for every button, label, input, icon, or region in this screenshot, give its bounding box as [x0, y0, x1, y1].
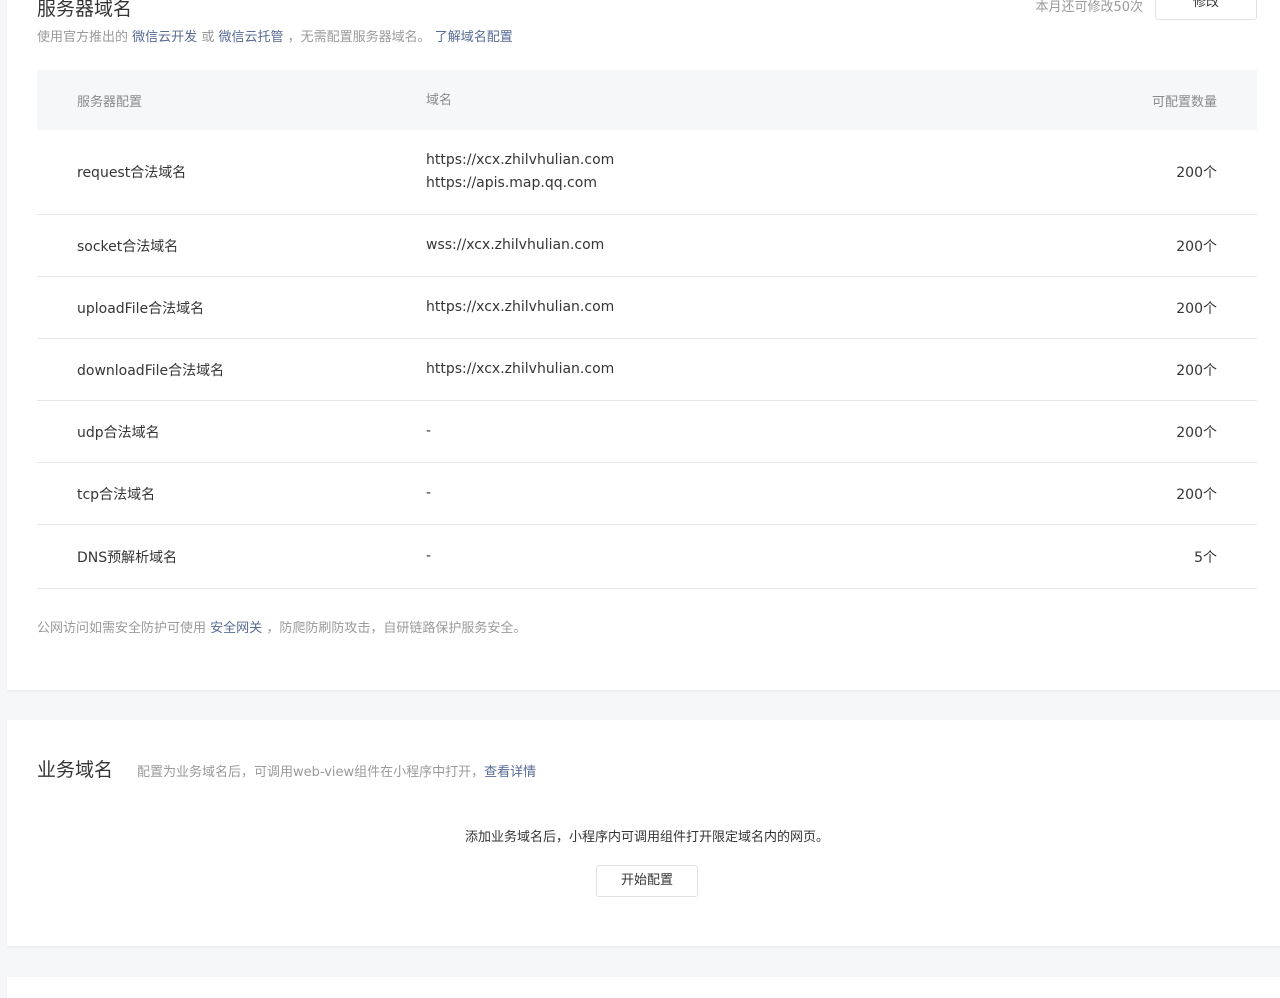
business-domain-card: 业务域名 配置为业务域名后，可调用web-view组件在小程序中打开，查看详情 … — [7, 720, 1280, 946]
desc-suffix: ，无需配置服务器域名。 — [287, 30, 431, 45]
domain-entry: https://apis.map.qq.com — [426, 175, 597, 191]
table-row: request合法域名 https://xcx.zhilvhulian.com ht… — [37, 130, 1257, 215]
row-count: 5个 — [1194, 549, 1217, 566]
header-config: 服务器配置 — [77, 94, 143, 110]
domain-entry: https://xcx.zhilvhulian.com — [426, 361, 615, 377]
row-count: 200个 — [1176, 238, 1217, 255]
quota-text: 本月还可修改50次 — [1035, 0, 1143, 15]
domain-entry: - — [426, 423, 432, 439]
cloud-host-link[interactable]: 微信云托管 — [218, 30, 283, 45]
business-desc-text: 配置为业务域名后，可调用web-view组件在小程序中打开， — [137, 765, 485, 780]
row-domains: https://xcx.zhilvhulian.com https://apis.… — [426, 149, 1057, 195]
row-domains: - — [426, 482, 1057, 505]
security-gateway-link[interactable]: 安全网关 — [210, 621, 262, 636]
row-count: 200个 — [1176, 165, 1217, 181]
edit-button[interactable]: 修改 — [1155, 0, 1257, 20]
note-suffix: ，防爬防刷防攻击，自研链路保护服务安全。 — [266, 621, 527, 636]
table-row: udp合法域名 - 200个 — [37, 401, 1257, 463]
desc-prefix: 使用官方推出的 — [37, 30, 129, 45]
row-config-name: socket合法域名 — [77, 238, 179, 255]
server-domain-desc: 使用官方推出的 微信云开发 或 微信云托管 ，无需配置服务器域名。 了解域名配置 — [37, 26, 513, 45]
row-domains: https://xcx.zhilvhulian.com — [426, 296, 1057, 319]
row-domains: wss://xcx.zhilvhulian.com — [426, 234, 1057, 257]
security-note: 公网访问如需安全防护可使用 安全网关 ，防爬防刷防攻击，自研链路保护服务安全。 — [37, 617, 526, 636]
server-domain-title: 服务器域名 — [37, 0, 133, 20]
row-count: 200个 — [1176, 486, 1217, 503]
row-config-name: downloadFile合法域名 — [77, 362, 225, 379]
row-config-name: DNS预解析域名 — [77, 549, 178, 566]
table-row: uploadFile合法域名 https://xcx.zhilvhulian.co… — [37, 277, 1257, 339]
server-domain-table: 服务器配置 域名 可配置数量 request合法域名 https://xcx.zh… — [37, 70, 1257, 589]
business-empty-text: 添加业务域名后，小程序内可调用组件打开限定域名内的网页。 — [464, 830, 829, 845]
row-domains: - — [426, 420, 1057, 443]
row-config-name: request合法域名 — [77, 165, 187, 181]
row-config-name: tcp合法域名 — [77, 486, 156, 503]
domain-entry: https://xcx.zhilvhulian.com — [426, 299, 615, 315]
start-config-button[interactable]: 开始配置 — [596, 865, 698, 897]
table-row: tcp合法域名 - 200个 — [37, 463, 1257, 525]
row-count: 200个 — [1176, 300, 1217, 317]
row-config-name: uploadFile合法域名 — [77, 300, 205, 317]
cloud-dev-link[interactable]: 微信云开发 — [132, 30, 197, 45]
row-count: 200个 — [1176, 362, 1217, 379]
table-row: downloadFile合法域名 https://xcx.zhilvhulian.… — [37, 339, 1257, 401]
learn-domain-link[interactable]: 了解域名配置 — [435, 30, 513, 45]
domain-entry: - — [426, 548, 432, 564]
business-domain-desc: 配置为业务域名后，可调用web-view组件在小程序中打开，查看详情 — [137, 761, 536, 780]
domain-entry: - — [426, 485, 432, 501]
header-domain: 域名 — [426, 92, 453, 108]
business-domain-title: 业务域名 — [37, 759, 114, 781]
header-count: 可配置数量 — [1151, 94, 1217, 110]
row-config-name: udp合法域名 — [77, 424, 160, 441]
table-row: DNS预解析域名 - 5个 — [37, 525, 1257, 589]
table-row: socket合法域名 wss://xcx.zhilvhulian.com 200个 — [37, 215, 1257, 277]
table-header: 服务器配置 域名 可配置数量 — [37, 70, 1257, 130]
domain-entry: wss://xcx.zhilvhulian.com — [426, 237, 605, 253]
row-count: 200个 — [1176, 424, 1217, 441]
row-domains: https://xcx.zhilvhulian.com — [426, 358, 1057, 381]
table-body: request合法域名 https://xcx.zhilvhulian.com ht… — [37, 130, 1257, 589]
note-prefix: 公网访问如需安全防护可使用 — [37, 621, 207, 636]
row-domains: - — [426, 545, 1057, 568]
desc-or: 或 — [201, 30, 215, 45]
domain-entry: https://xcx.zhilvhulian.com — [426, 152, 615, 168]
server-domain-card: 服务器域名 本月还可修改50次 修改 使用官方推出的 微信云开发 或 微信云托管… — [7, 0, 1280, 690]
next-card — [7, 977, 1280, 998]
view-details-link[interactable]: 查看详情 — [484, 765, 536, 780]
